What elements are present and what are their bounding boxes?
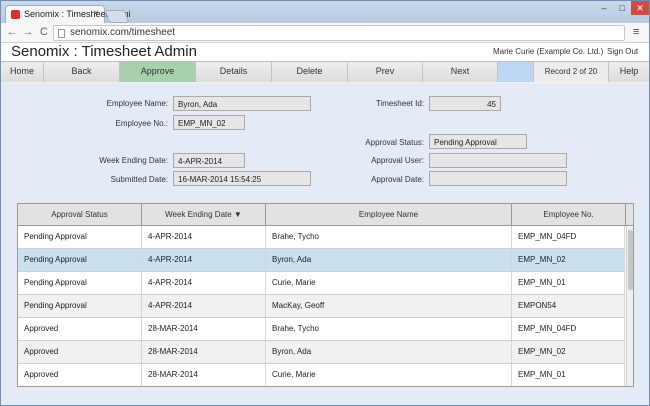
forward-arrow-icon[interactable]: →: [21, 26, 35, 38]
cell-employee-name: Byron, Ada: [266, 249, 512, 271]
table-row[interactable]: Pending Approval 4-APR-2014 Brahe, Tycho…: [18, 226, 625, 249]
cell-week-ending: 28-MAR-2014: [142, 318, 266, 340]
favicon-icon: [11, 10, 20, 19]
cell-week-ending: 4-APR-2014: [142, 249, 266, 271]
employee-name-label: Employee Name:: [106, 99, 168, 108]
page-title: Senomix : Timesheet Admin: [11, 43, 197, 60]
prev-button[interactable]: Prev: [348, 62, 423, 82]
cell-approval-status: Pending Approval: [18, 295, 142, 317]
cell-employee-no: EMP_MN_04FD: [512, 226, 625, 248]
grid-header: Approval Status Week Ending Date ▼ Emplo…: [18, 204, 633, 226]
browser-toolbar: ← → C senomix.com/timesheet ≡: [1, 23, 649, 43]
cell-employee-name: Curie, Marie: [266, 272, 512, 294]
cell-week-ending: 28-MAR-2014: [142, 364, 266, 386]
week-ending-label: Week Ending Date:: [99, 156, 168, 165]
cell-employee-name: MacKay, Geoff: [266, 295, 512, 317]
page-icon: [58, 29, 65, 38]
browser-tab[interactable]: Senomix : Timesheet Admi ×: [5, 5, 131, 23]
close-window-button[interactable]: ✕: [631, 1, 649, 15]
cell-approval-status: Pending Approval: [18, 272, 142, 294]
table-row[interactable]: Approved 28-MAR-2014 Brahe, Tycho EMP_MN…: [18, 318, 625, 341]
employee-name-field[interactable]: Byron, Ada: [173, 96, 311, 111]
url-text: senomix.com/timesheet: [70, 27, 176, 38]
grid-scrollbar[interactable]: [626, 226, 633, 386]
employee-no-label: Employee No.:: [115, 119, 168, 128]
table-row[interactable]: Pending Approval 4-APR-2014 Curie, Marie…: [18, 272, 625, 295]
blank-button: [498, 62, 534, 82]
sign-out-link[interactable]: Sign Out: [607, 47, 638, 56]
back-button[interactable]: Back: [44, 62, 120, 82]
cell-employee-name: Curie, Marie: [266, 364, 512, 386]
table-row[interactable]: Pending Approval 4-APR-2014 MacKay, Geof…: [18, 295, 625, 318]
cell-week-ending: 28-MAR-2014: [142, 341, 266, 363]
timesheet-id-label: Timesheet Id:: [375, 99, 424, 108]
approval-status-label: Approval Status:: [365, 138, 424, 147]
back-arrow-icon[interactable]: ←: [5, 26, 19, 38]
cell-approval-status: Approved: [18, 318, 142, 340]
cell-employee-no: EMP_MN_04FD: [512, 318, 625, 340]
timesheet-form: Employee Name: Byron, Ada Employee No.: …: [1, 83, 649, 405]
cell-approval-status: Pending Approval: [18, 249, 142, 271]
maximize-button[interactable]: □: [613, 1, 631, 15]
scrollbar-thumb[interactable]: [628, 230, 633, 290]
cell-employee-no: EMP_MN_01: [512, 364, 625, 386]
submitted-date-field[interactable]: 16-MAR-2014 15:54:25: [173, 171, 311, 186]
approval-date-label: Approval Date:: [371, 175, 424, 184]
timesheet-grid: Approval Status Week Ending Date ▼ Emplo…: [17, 203, 634, 387]
approval-user-label: Approval User:: [371, 156, 424, 165]
action-toolbar: Home Back Approve Details Delete Prev Ne…: [1, 61, 649, 82]
browser-window: Senomix : Timesheet Admi × – □ ✕ ← → C s…: [0, 0, 650, 406]
employee-no-field[interactable]: EMP_MN_02: [173, 115, 245, 130]
delete-button[interactable]: Delete: [272, 62, 348, 82]
column-employee-no[interactable]: Employee No.: [512, 204, 626, 226]
cell-employee-no: EMP_MN_02: [512, 341, 625, 363]
approval-date-field[interactable]: [429, 171, 567, 186]
table-row[interactable]: Approved 28-MAR-2014 Curie, Marie EMP_MN…: [18, 364, 625, 386]
week-ending-field[interactable]: 4-APR-2014: [173, 153, 245, 168]
help-button[interactable]: Help: [609, 62, 649, 82]
table-row[interactable]: Approved 28-MAR-2014 Byron, Ada EMP_MN_0…: [18, 341, 625, 364]
column-employee-name[interactable]: Employee Name: [266, 204, 512, 226]
submitted-date-label: Submitted Date:: [110, 175, 168, 184]
cell-employee-name: Brahe, Tycho: [266, 226, 512, 248]
cell-week-ending: 4-APR-2014: [142, 295, 266, 317]
reload-icon[interactable]: C: [37, 26, 51, 38]
tab-strip: Senomix : Timesheet Admi × – □ ✕: [1, 1, 649, 23]
table-row-selected[interactable]: Pending Approval 4-APR-2014 Byron, Ada E…: [18, 249, 625, 272]
minimize-button[interactable]: –: [595, 1, 613, 15]
app-header: Senomix : Timesheet Admin Marie Curie (E…: [1, 43, 649, 61]
column-approval-status[interactable]: Approval Status: [18, 204, 142, 226]
tab-close-icon[interactable]: ×: [93, 8, 99, 19]
column-week-ending-date[interactable]: Week Ending Date ▼: [142, 204, 266, 226]
menu-icon[interactable]: ≡: [633, 26, 639, 38]
home-button[interactable]: Home: [1, 62, 44, 82]
approve-button[interactable]: Approve: [120, 62, 196, 82]
user-label: Marie Curie (Example Co. Ltd.): [493, 47, 604, 56]
next-button[interactable]: Next: [423, 62, 498, 82]
cell-employee-name: Brahe, Tycho: [266, 318, 512, 340]
cell-week-ending: 4-APR-2014: [142, 226, 266, 248]
cell-approval-status: Approved: [18, 364, 142, 386]
cell-employee-no: EMP_MN_01: [512, 272, 625, 294]
new-tab-button[interactable]: [104, 10, 130, 23]
cell-approval-status: Approved: [18, 341, 142, 363]
cell-approval-status: Pending Approval: [18, 226, 142, 248]
address-bar[interactable]: senomix.com/timesheet: [53, 25, 625, 41]
cell-employee-name: Byron, Ada: [266, 341, 512, 363]
details-button[interactable]: Details: [196, 62, 272, 82]
approval-user-field[interactable]: [429, 153, 567, 168]
approval-status-field[interactable]: Pending Approval: [429, 134, 527, 149]
record-indicator: Record 2 of 20: [534, 62, 609, 82]
cell-employee-no: EMPON54: [512, 295, 625, 317]
timesheet-id-field[interactable]: 45: [429, 96, 501, 111]
cell-week-ending: 4-APR-2014: [142, 272, 266, 294]
cell-employee-no: EMP_MN_02: [512, 249, 625, 271]
